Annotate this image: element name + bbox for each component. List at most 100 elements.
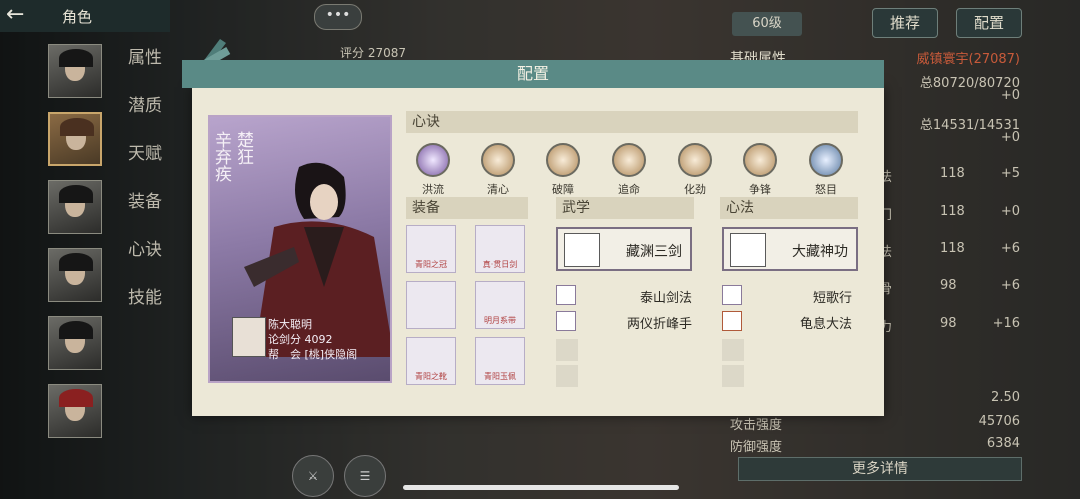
top-bar: ← 角色 xyxy=(0,0,170,32)
defense-value: 6384 xyxy=(986,436,1020,451)
character-avatar[interactable] xyxy=(48,180,102,234)
xinfa-item-name: 龟息大法 xyxy=(799,317,852,332)
xinfa-item-icon xyxy=(722,285,742,305)
hero-name-right: 楚狂 xyxy=(233,131,253,165)
xinjue-label: 追命 xyxy=(618,183,640,196)
character-avatar[interactable] xyxy=(48,44,102,98)
xinfa-section: 心法 xyxy=(720,197,858,219)
wuxue-item[interactable]: 两仪折峰手 xyxy=(556,311,692,332)
xinfa-main[interactable]: 大藏神功 xyxy=(722,227,858,271)
equip-slot-boots[interactable]: 青阳之靴 xyxy=(406,337,456,385)
equip-slot-weapon[interactable]: 真·贯日剑 xyxy=(475,225,525,273)
equip-slot-belt[interactable]: 明月系带 xyxy=(475,281,525,329)
xinjue-label: 化劲 xyxy=(684,183,706,196)
more-details-button[interactable]: 更多详情 xyxy=(738,457,1022,481)
stat-value: 118 xyxy=(940,166,965,181)
character-nav: 属性 潜质 天赋 装备 心诀 技能 xyxy=(128,44,168,332)
player-avatar xyxy=(232,317,266,357)
xinfa-item[interactable]: 短歌行 xyxy=(722,285,852,306)
stat-bonus: +0 xyxy=(1000,204,1020,219)
stat-value: 118 xyxy=(940,241,965,256)
equip-label: 青阳之靴 xyxy=(415,372,447,381)
nav-potential[interactable]: 潜质 xyxy=(128,92,168,140)
wuxue-item[interactable]: 泰山剑法 xyxy=(556,285,692,306)
attack-label: 攻击强度 xyxy=(730,418,783,433)
player-name: 陈大聪明 xyxy=(268,318,312,331)
xinjue-icon-pozhang[interactable] xyxy=(546,143,580,177)
equip-label: 青阳玉佩 xyxy=(484,372,516,381)
equip-label: 明月系带 xyxy=(484,316,516,325)
stat-bonus: +16 xyxy=(992,316,1020,331)
xinfa-item-name: 短歌行 xyxy=(812,291,852,306)
xinfa-item[interactable]: 龟息大法 xyxy=(722,311,852,332)
nav-skills[interactable]: 技能 xyxy=(128,284,168,332)
equip-slot-accessory[interactable]: 青阳玉佩 xyxy=(475,337,525,385)
more-options-button[interactable]: ••• xyxy=(314,4,362,30)
defense-label: 防御强度 xyxy=(730,440,783,455)
xinfa-item-icon xyxy=(722,311,742,331)
empty-skill-slot[interactable] xyxy=(722,339,744,361)
extra-value: 2.50 xyxy=(991,390,1020,405)
xinjue-icon-numu[interactable] xyxy=(809,143,843,177)
character-avatar[interactable] xyxy=(48,316,102,370)
xinjue-icon-zhuiming[interactable] xyxy=(612,143,646,177)
nav-equipment[interactable]: 装备 xyxy=(128,188,168,236)
stat-bonus: +6 xyxy=(1000,241,1020,256)
bottom-tab-list[interactable]: ☰ xyxy=(344,455,386,497)
wuxue-section: 武学 xyxy=(556,197,694,219)
xinjue-label: 怒目 xyxy=(815,183,837,196)
home-indicator[interactable] xyxy=(403,485,679,490)
page-title: 角色 xyxy=(62,8,93,26)
hero-name-left: 辛弃疾 xyxy=(211,131,231,182)
wuxue-item-icon xyxy=(556,285,576,305)
stat-bonus: +5 xyxy=(1000,166,1020,181)
attack-value: 45706 xyxy=(978,414,1020,429)
equip-slot-armor[interactable] xyxy=(406,281,456,329)
config-modal: 配置 楚狂 辛弃疾 陈大聪明 论剑分 4092 帮 会 [桃]侠隐阁 心诀 洪流… xyxy=(182,39,884,416)
player-info: 陈大聪明 论剑分 4092 帮 会 [桃]侠隐阁 xyxy=(268,317,357,362)
wuxue-main-icon xyxy=(564,233,600,267)
equip-section: 装备 xyxy=(406,197,528,219)
character-avatar[interactable] xyxy=(48,384,102,438)
empty-skill-slot[interactable] xyxy=(556,365,578,387)
xinjue-icon-hongliu[interactable] xyxy=(416,143,450,177)
hp-bonus: +0 xyxy=(1000,88,1020,103)
wuxue-item-name: 两仪折峰手 xyxy=(626,317,692,332)
level-badge: 60级 xyxy=(732,12,802,36)
character-avatar-selected[interactable] xyxy=(48,112,102,166)
mp-bonus: +0 xyxy=(1000,130,1020,145)
recommend-button[interactable]: 推荐 xyxy=(872,8,938,38)
stat-value: 98 xyxy=(940,316,957,331)
xinjue-label: 争锋 xyxy=(749,183,771,196)
stat-bonus: +6 xyxy=(1000,278,1020,293)
modal-title: 配置 xyxy=(182,60,884,88)
score-label: 评分 27087 xyxy=(340,46,406,60)
stat-value: 98 xyxy=(940,278,957,293)
xinjue-icon-zhengfeng[interactable] xyxy=(743,143,777,177)
wuxue-main-name: 藏渊三剑 xyxy=(626,244,682,260)
equip-label: 青阳之冠 xyxy=(415,260,447,269)
stat-value: 118 xyxy=(940,204,965,219)
equip-slot-helmet[interactable]: 青阳之冠 xyxy=(406,225,456,273)
player-guild: 帮 会 [桃]侠隐阁 xyxy=(268,348,358,361)
nav-xinjue[interactable]: 心诀 xyxy=(128,236,168,284)
xinjue-section: 心诀 xyxy=(406,111,858,133)
xinjue-icon-qingxin[interactable] xyxy=(481,143,515,177)
character-list xyxy=(48,44,108,452)
empty-skill-slot[interactable] xyxy=(556,339,578,361)
bottom-tab-equipment[interactable]: ⚔ xyxy=(292,455,334,497)
hero-card: 楚狂 辛弃疾 陈大聪明 论剑分 4092 帮 会 [桃]侠隐阁 xyxy=(208,115,392,383)
character-avatar[interactable] xyxy=(48,248,102,302)
empty-skill-slot[interactable] xyxy=(722,365,744,387)
xinjue-label: 清心 xyxy=(487,183,509,196)
title-badge: 威镇寰宇(27087) xyxy=(916,52,1021,67)
xinjue-icon-huajin[interactable] xyxy=(678,143,712,177)
xinjue-label: 洪流 xyxy=(422,183,444,196)
back-arrow-icon[interactable]: ← xyxy=(6,4,46,28)
wuxue-main[interactable]: 藏渊三剑 xyxy=(556,227,692,271)
nav-attributes[interactable]: 属性 xyxy=(128,44,168,92)
nav-talent[interactable]: 天赋 xyxy=(128,140,168,188)
config-button[interactable]: 配置 xyxy=(956,8,1022,38)
wuxue-item-icon xyxy=(556,311,576,331)
equip-label: 真·贯日剑 xyxy=(482,260,518,269)
